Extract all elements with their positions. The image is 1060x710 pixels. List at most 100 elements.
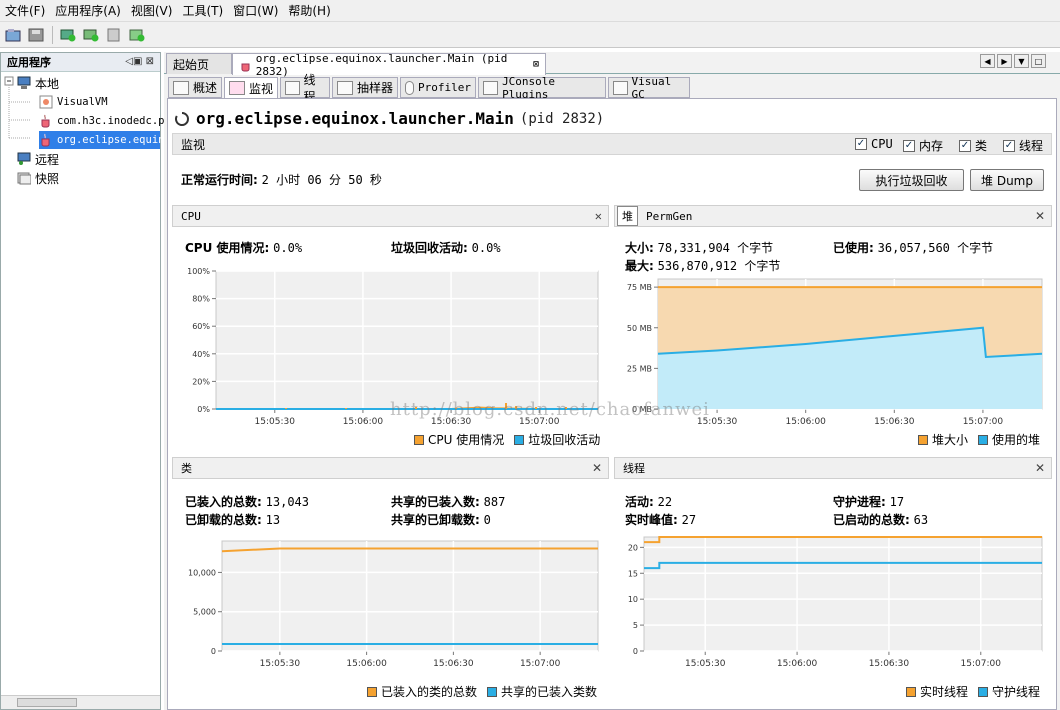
- legend-daemon-threads: 守护线程: [992, 685, 1041, 699]
- check-icon: ✓: [903, 139, 915, 152]
- tree-node-local[interactable]: 本地: [17, 74, 59, 92]
- scrollbar-thumb[interactable]: [17, 698, 77, 707]
- y-tick-label: 20%: [192, 377, 210, 386]
- panel-controls[interactable]: ◁▣ ⊠: [125, 56, 154, 67]
- cpu-usage-value: 0.0%: [273, 241, 303, 255]
- y-tick-label: 5: [633, 621, 638, 630]
- tab-overview[interactable]: 概述: [168, 77, 222, 98]
- menu-view[interactable]: 视图(V): [126, 2, 178, 19]
- tab-jconsole-plugins-label: JConsole Plugins: [502, 74, 556, 101]
- threads-chart: 15:05:30 15:06:00 15:06:30 15:07:00 20 15 10 5 0: [628, 536, 1043, 669]
- x-tick-label: 15:06:00: [785, 417, 826, 427]
- tab-eclipse-main[interactable]: org.eclipse.equinox.launcher.Main (pid 2…: [232, 52, 546, 78]
- legend-loaded-classes: 已装入的类的总数: [381, 685, 478, 699]
- tab-next-icon[interactable]: ▶: [997, 54, 1012, 68]
- y-tick-label: 40%: [192, 350, 210, 359]
- check-icon: ✓: [1003, 139, 1015, 152]
- tab-profiler-label: Profiler: [418, 81, 471, 94]
- save-icon[interactable]: [27, 26, 45, 44]
- threads-panel-title: 线程: [623, 462, 645, 475]
- menu-applications[interactable]: 应用程序(A): [50, 2, 126, 19]
- monitor-view: org.eclipse.equinox.launcher.Main (pid 2…: [167, 98, 1057, 710]
- tab-profiler[interactable]: Profiler: [400, 77, 476, 98]
- threads-started-stat: 已启动的总数: 63: [833, 511, 928, 528]
- legend-swatch-loaded: [367, 686, 377, 697]
- checkbox-threads[interactable]: ✓ 线程: [1003, 137, 1043, 154]
- tree-label-visualvm: VisualVM: [57, 96, 108, 108]
- tab-threads[interactable]: 线程: [280, 73, 330, 104]
- perform-gc-button[interactable]: 执行垃圾回收: [859, 169, 964, 191]
- tree-node-h3c[interactable]: com.h3c.inodedc.p: [39, 112, 164, 130]
- add-jmx-icon[interactable]: [59, 26, 77, 44]
- tab-permgen[interactable]: PermGen: [646, 210, 692, 223]
- monitor-header: 监视 ✓ CPU ✓ 内存 ✓ 类 ✓ 线程: [172, 133, 1052, 155]
- menu-tools[interactable]: 工具(T): [177, 2, 228, 19]
- monitor-label: 监视: [181, 137, 206, 152]
- java-cup-icon: [41, 133, 50, 147]
- close-icon[interactable]: ✕: [1035, 209, 1045, 223]
- close-icon[interactable]: ✕: [595, 209, 602, 223]
- y-tick-label: 0: [633, 647, 638, 656]
- tab-monitor[interactable]: 监视: [224, 77, 278, 98]
- tree-node-visualvm[interactable]: VisualVM: [39, 93, 108, 111]
- threads-live-value: 22: [657, 495, 673, 509]
- menu-file[interactable]: 文件(F): [0, 2, 50, 19]
- tab-heap[interactable]: 堆: [617, 206, 638, 226]
- threads-daemon-label: 守护进程:: [833, 495, 886, 509]
- legend-shared-classes: 共享的已装入类数: [501, 685, 598, 699]
- tab-sampler-label: 抽样器: [357, 81, 394, 95]
- tab-jconsole-plugins[interactable]: JConsole Plugins: [478, 74, 606, 101]
- heap-dump-button[interactable]: 堆 Dump: [970, 169, 1044, 191]
- cpu-panel-header: CPU ✕: [172, 205, 609, 227]
- close-icon[interactable]: ✕: [1035, 461, 1045, 475]
- tree-label-eclipse: org.eclipse.equin: [57, 134, 165, 146]
- tree-node-remote[interactable]: 远程: [17, 150, 59, 168]
- y-tick-label: 0: [211, 647, 216, 656]
- checkbox-cpu[interactable]: ✓ CPU: [855, 137, 893, 151]
- uptime-label: 正常运行时间:: [181, 173, 258, 187]
- menu-window[interactable]: 窗口(W): [228, 2, 283, 19]
- y-tick-label: 50 MB: [627, 324, 652, 333]
- x-tick-label: 15:05:30: [255, 417, 296, 427]
- classes-shared-loaded-stat: 共享的已装入数: 887: [391, 493, 505, 510]
- heap-used-label: 已使用:: [833, 241, 874, 255]
- horizontal-scrollbar[interactable]: [1, 695, 160, 709]
- legend-gc-activity: 垃圾回收活动: [528, 433, 601, 447]
- tab-monitor-label: 监视: [249, 81, 274, 96]
- heap-used-stat: 已使用: 36,057,560 个字节: [833, 239, 993, 256]
- y-tick-label: 100%: [187, 267, 210, 276]
- add-snapshot-icon[interactable]: [105, 26, 123, 44]
- document-tabs: 起始页 org.eclipse.equinox.launcher.Main (p…: [164, 52, 1060, 78]
- profiler-icon: [405, 80, 415, 95]
- add-host-icon[interactable]: [82, 26, 100, 44]
- tab-visual-gc[interactable]: Visual GC: [608, 75, 690, 101]
- add-coredump-icon[interactable]: [128, 26, 146, 44]
- checkbox-classes[interactable]: ✓ 类: [959, 137, 987, 154]
- tab-start-page-label: 起始页: [173, 57, 210, 72]
- classes-panel-title: 类: [181, 462, 192, 475]
- classes-unloaded-value: 13: [265, 513, 281, 527]
- y-tick-label: 10: [628, 595, 638, 604]
- checkbox-threads-label: 线程: [1019, 139, 1044, 153]
- maximize-icon[interactable]: □: [1031, 54, 1046, 68]
- view-tabs: 概述 监视 线程 抽样器 Profiler JConsole Plugins V…: [164, 73, 1060, 104]
- classes-shared-loaded-value: 887: [483, 495, 506, 509]
- checkbox-memory[interactable]: ✓ 内存: [903, 137, 943, 154]
- y-tick-label: 20: [628, 543, 638, 552]
- tab-navigation: ◀ ▶ ▼ □: [980, 54, 1046, 68]
- tab-sampler[interactable]: 抽样器: [332, 77, 398, 98]
- menu-help[interactable]: 帮助(H): [283, 2, 335, 19]
- tab-prev-icon[interactable]: ◀: [980, 54, 995, 68]
- tab-start-page[interactable]: 起始页: [166, 53, 232, 74]
- tab-list-icon[interactable]: ▼: [1014, 54, 1029, 68]
- legend-swatch-daemon: [978, 686, 989, 697]
- x-tick-label: 15:07:00: [520, 659, 561, 669]
- visual-gc-icon: [613, 80, 628, 95]
- close-icon[interactable]: ⊠: [533, 59, 539, 70]
- close-icon[interactable]: ✕: [592, 461, 602, 475]
- y-tick-label: 10,000: [188, 568, 216, 577]
- tree-node-eclipse[interactable]: org.eclipse.equin: [39, 131, 164, 149]
- checkbox-memory-label: 内存: [919, 139, 944, 153]
- open-icon[interactable]: [4, 26, 22, 44]
- tree-node-snapshots[interactable]: 快照: [17, 169, 59, 187]
